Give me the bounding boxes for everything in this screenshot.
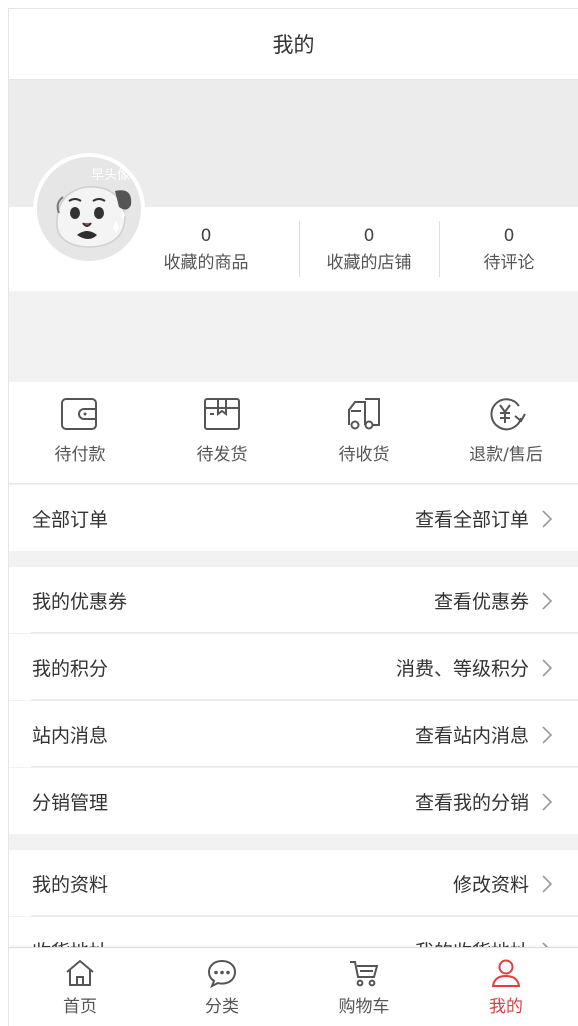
stat-count: 0 — [200, 226, 212, 246]
app-frame: 我的 test1 早头像 0 收藏的商品 0 收藏的店铺 — [8, 8, 578, 1026]
bottom-tab-bar: 首页 分类 购物车 我的 — [9, 947, 578, 1026]
stat-label: 收藏的店铺 — [326, 253, 412, 273]
home-icon — [66, 959, 94, 986]
stat-favorite-shops[interactable]: 0 收藏的店铺 — [299, 223, 439, 277]
order-label: 退款/售后 — [469, 445, 543, 465]
tab-label: 购物车 — [338, 997, 390, 1017]
row-action: 查看站内消息 — [414, 724, 529, 747]
tab-label: 分类 — [205, 997, 239, 1017]
truck-icon — [348, 398, 380, 430]
top-bar: 我的 — [9, 9, 578, 80]
stat-label: 待评论 — [483, 253, 535, 273]
messages-row[interactable]: 站内消息 查看站内消息 — [9, 701, 578, 767]
chat-bubble-icon — [207, 959, 237, 988]
avatar-cartoon-icon: 早头像 — [37, 157, 141, 261]
divider — [31, 915, 578, 916]
tab-label: 首页 — [63, 997, 97, 1017]
row-action: 查看优惠券 — [433, 590, 529, 613]
row-label: 全部订单 — [32, 508, 109, 531]
chevron-right-icon — [542, 875, 553, 893]
row-action: 查看全部订单 — [414, 508, 529, 531]
page-title: 我的 — [272, 33, 315, 57]
tab-mine[interactable]: 我的 — [435, 958, 577, 1017]
chevron-right-icon — [542, 793, 553, 811]
row-label: 站内消息 — [32, 724, 109, 747]
stat-favorite-goods[interactable]: 0 收藏的商品 — [136, 223, 276, 277]
profile-info-row[interactable]: 我的资料 修改资料 — [9, 850, 578, 916]
all-orders-row[interactable]: 全部订单 查看全部订单 — [9, 485, 578, 551]
row-label: 我的资料 — [32, 873, 109, 896]
row-action: 消费、等级积分 — [395, 657, 529, 680]
chevron-right-icon — [542, 726, 553, 744]
stat-count: 0 — [503, 226, 515, 246]
tab-label: 我的 — [489, 997, 523, 1017]
order-pending-receipt[interactable]: 待收货 — [294, 396, 434, 465]
stat-label: 收藏的商品 — [163, 253, 249, 273]
divider — [31, 766, 578, 767]
tab-category[interactable]: 分类 — [151, 958, 293, 1017]
divider — [31, 699, 578, 700]
row-label: 我的积分 — [32, 657, 109, 680]
chevron-right-icon — [542, 510, 553, 528]
order-pending-shipment[interactable]: 待发货 — [152, 396, 292, 465]
user-icon — [491, 959, 521, 987]
order-pending-payment[interactable]: 待付款 — [10, 396, 150, 465]
row-label: 我的优惠券 — [32, 590, 128, 613]
row-action: 查看我的分销 — [414, 791, 529, 814]
divider — [31, 632, 578, 633]
order-label: 待收货 — [338, 445, 390, 465]
avatar-watermark: 早头像 — [91, 168, 130, 183]
order-label: 待付款 — [54, 445, 106, 465]
chevron-right-icon — [542, 659, 553, 677]
distribution-row[interactable]: 分销管理 查看我的分销 — [9, 768, 578, 834]
points-row[interactable]: 我的积分 消费、等级积分 — [9, 634, 578, 700]
tab-home[interactable]: 首页 — [9, 958, 151, 1017]
row-label: 分销管理 — [32, 791, 109, 814]
order-refund[interactable]: 退款/售后 — [436, 396, 576, 465]
stat-count: 0 — [363, 226, 375, 246]
order-status-bar: 待付款 待发货 待收货 退款/售后 — [9, 382, 578, 484]
order-label: 待发货 — [196, 445, 248, 465]
package-icon — [204, 398, 240, 430]
cart-icon — [350, 961, 379, 987]
refund-icon — [490, 398, 526, 431]
stat-pending-reviews[interactable]: 0 待评论 — [439, 223, 578, 277]
tab-cart[interactable]: 购物车 — [293, 958, 435, 1017]
wallet-icon — [61, 398, 97, 430]
chevron-right-icon — [542, 592, 553, 610]
avatar[interactable]: 早头像 — [33, 153, 145, 265]
coupons-row[interactable]: 我的优惠券 查看优惠券 — [9, 567, 578, 633]
row-action: 修改资料 — [452, 873, 529, 896]
